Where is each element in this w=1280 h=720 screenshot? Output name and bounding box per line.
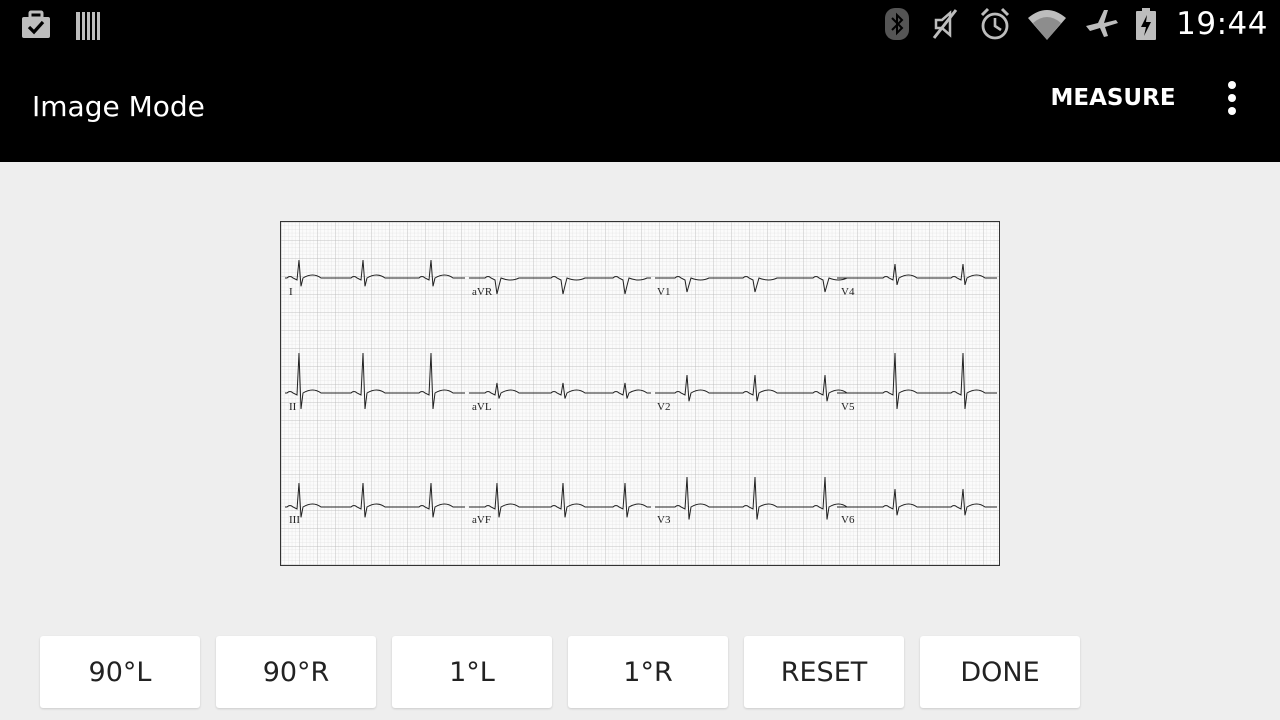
alarm-icon bbox=[978, 6, 1012, 42]
rotate-right-1-button[interactable]: 1°R bbox=[568, 636, 728, 708]
app-bar: Image Mode MEASURE bbox=[0, 50, 1280, 162]
page-title: Image Mode bbox=[32, 90, 205, 123]
bluetooth-icon bbox=[882, 6, 916, 42]
lead-label-ii: II bbox=[289, 401, 297, 413]
lead-label-i: I bbox=[289, 286, 293, 298]
done-button[interactable]: DONE bbox=[920, 636, 1080, 708]
briefcase-check-icon bbox=[20, 8, 54, 44]
lead-label-v2: V2 bbox=[657, 401, 670, 413]
rotate-right-90-button[interactable]: 90°R bbox=[216, 636, 376, 708]
ecg-trace: I aVR V1 V4 II aVL V2 V5 III aVF V3 V6 bbox=[281, 222, 999, 565]
barcode-icon bbox=[74, 8, 108, 44]
lead-label-avr: aVR bbox=[472, 286, 493, 298]
reset-button[interactable]: RESET bbox=[744, 636, 904, 708]
lead-label-avf: aVF bbox=[472, 514, 491, 526]
rotate-left-1-button[interactable]: 1°L bbox=[392, 636, 552, 708]
lead-label-v3: V3 bbox=[657, 514, 671, 526]
more-vert-icon[interactable] bbox=[1212, 76, 1252, 120]
airplane-icon bbox=[1082, 6, 1120, 42]
lead-label-v5: V5 bbox=[841, 401, 855, 413]
battery-charging-icon bbox=[1134, 6, 1158, 42]
measure-button[interactable]: MEASURE bbox=[1040, 78, 1186, 118]
lead-label-iii: III bbox=[289, 514, 300, 526]
control-buttons: 90°L 90°R 1°L 1°R RESET DONE bbox=[40, 636, 1080, 708]
status-bar: 19:44 bbox=[0, 0, 1280, 50]
wifi-icon bbox=[1026, 6, 1068, 42]
lead-label-v6: V6 bbox=[841, 514, 855, 526]
ecg-image[interactable]: I aVR V1 V4 II aVL V2 V5 III aVF V3 V6 bbox=[280, 221, 1000, 566]
lead-label-v4: V4 bbox=[841, 286, 855, 298]
lead-label-v1: V1 bbox=[657, 286, 670, 298]
mute-icon bbox=[930, 6, 964, 42]
lead-label-avl: aVL bbox=[472, 401, 492, 413]
rotate-left-90-button[interactable]: 90°L bbox=[40, 636, 200, 708]
status-time: 19:44 bbox=[1176, 6, 1268, 42]
